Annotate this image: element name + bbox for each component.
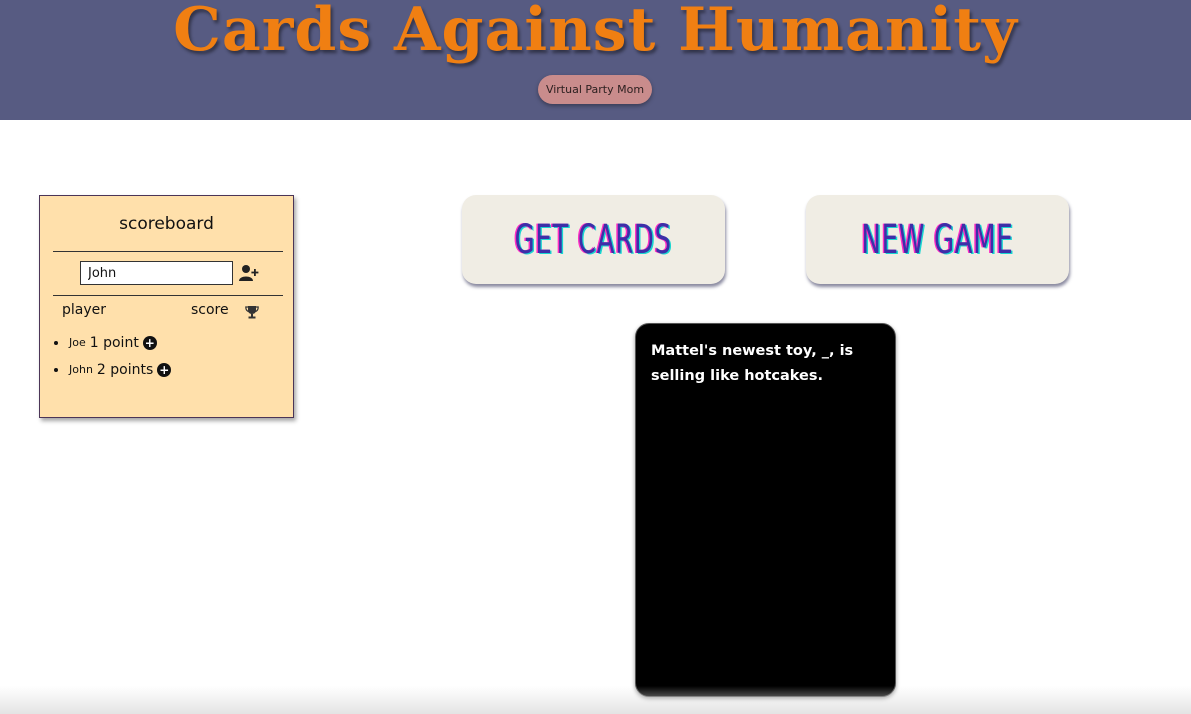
player-row: Joe 1 point + [54,329,171,356]
player-score: 2 points [96,361,154,378]
get-cards-label: GET CARDS [514,216,673,263]
player-name-input[interactable] [80,261,233,285]
player-name: John [69,363,93,376]
bullet [54,340,58,345]
virtual-party-mom-button[interactable]: Virtual Party Mom [538,75,652,104]
new-game-label: NEW GAME [861,216,1014,263]
site-title: Cards Against Humanity [173,0,1018,65]
add-point-icon[interactable]: + [157,362,172,377]
player-score: 1 point [89,334,139,351]
divider [53,295,283,296]
user-plus-icon[interactable] [239,264,259,282]
player-column-header: player [62,302,107,318]
trophy-icon [245,306,259,319]
scoreboard-title: scoreboard [119,214,214,234]
score-column-header: score [191,302,229,318]
get-cards-button[interactable]: GET CARDS [462,195,725,284]
bottom-fade [0,686,1191,714]
page-header: Cards Against Humanity Virtual Party Mom [0,0,1191,120]
add-point-icon[interactable]: + [142,335,157,350]
player-list: Joe 1 point + John 2 points + [54,329,172,383]
bullet [54,367,58,372]
divider [53,251,283,252]
player-name: Joe [69,336,86,349]
new-game-button[interactable]: NEW GAME [806,195,1069,284]
black-card[interactable]: Mattel's newest toy, _, is selling like … [635,323,896,697]
black-card-text: Mattel's newest toy, _, is selling like … [651,343,854,384]
scoreboard-panel: scoreboard player score Joe 1 point + Jo… [39,195,294,418]
player-row: John 2 points + [54,356,172,383]
